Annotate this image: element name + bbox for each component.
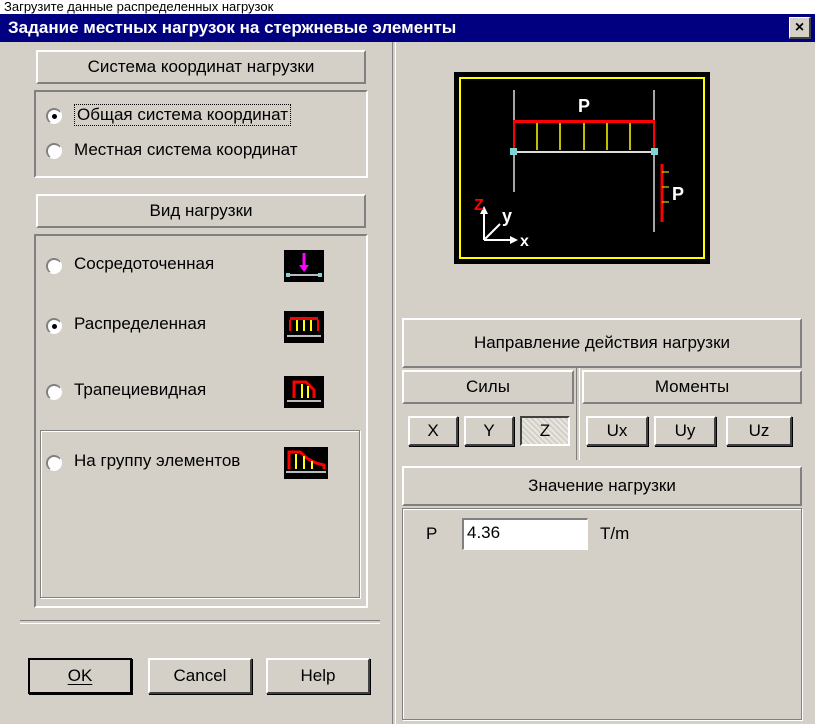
moment-uz-button[interactable]: Uz: [726, 416, 792, 446]
forces-moments-separator: [576, 368, 580, 460]
radio-trapezoidal[interactable]: [46, 384, 62, 400]
value-param-label: P: [426, 524, 438, 543]
moment-uy-button[interactable]: Uy: [654, 416, 716, 446]
force-z-button[interactable]: Z: [520, 416, 570, 446]
distributed-load-icon: [284, 311, 324, 343]
background-text-strip: Загрузите данные распределенных нагрузок: [0, 0, 815, 14]
value-unit-label: T/m: [600, 524, 630, 543]
coord-system-header: Система координат нагрузки: [36, 50, 366, 84]
diagram-label-top: P: [578, 96, 590, 116]
load-value-input[interactable]: 4.36: [462, 518, 588, 550]
radio-local-coords-label[interactable]: Местная система координат: [74, 140, 298, 160]
radio-global-coords[interactable]: [46, 108, 62, 124]
load-diagram-preview: P P Z y x: [454, 72, 710, 264]
pane-divider: [392, 42, 396, 724]
axis-x-label: x: [520, 233, 529, 250]
radio-distributed-label[interactable]: Распределенная: [74, 314, 206, 334]
help-button-label: Help: [300, 666, 336, 685]
diagram-label-side: P: [672, 184, 684, 204]
radio-concentrated[interactable]: [46, 258, 62, 274]
group-load-icon: [284, 447, 328, 479]
force-x-button[interactable]: X: [408, 416, 458, 446]
radio-group-elements-label[interactable]: На группу элементов: [74, 451, 240, 471]
buttons-separator: [20, 620, 380, 624]
trapezoidal-load-icon: [284, 376, 324, 408]
radio-global-coords-label[interactable]: Общая система координат: [74, 104, 292, 126]
cancel-button-label: Cancel: [173, 666, 227, 685]
forces-header: Силы: [402, 370, 574, 404]
ok-button[interactable]: OK: [28, 658, 132, 694]
load-type-header: Вид нагрузки: [36, 194, 366, 228]
radio-concentrated-label[interactable]: Сосредоточенная: [74, 254, 214, 274]
moments-header: Моменты: [582, 370, 802, 404]
radio-group-elements[interactable]: [46, 455, 62, 471]
moment-ux-button[interactable]: Ux: [586, 416, 648, 446]
window-title: Задание местных нагрузок на стержневые э…: [8, 18, 457, 37]
force-y-button[interactable]: Y: [464, 416, 514, 446]
value-header: Значение нагрузки: [402, 466, 802, 506]
close-button[interactable]: ×: [789, 17, 811, 39]
axis-y-label: y: [502, 206, 512, 226]
help-button[interactable]: Help: [266, 658, 370, 694]
cancel-button[interactable]: Cancel: [148, 658, 252, 694]
concentrated-load-icon: [284, 250, 324, 282]
radio-distributed[interactable]: [46, 318, 62, 334]
ok-button-label: OK: [67, 666, 93, 685]
axis-z-label: Z: [474, 197, 484, 214]
window-title-bar[interactable]: Задание местных нагрузок на стержневые э…: [0, 14, 815, 42]
radio-trapezoidal-label[interactable]: Трапециевидная: [74, 380, 206, 400]
radio-local-coords[interactable]: [46, 143, 62, 159]
direction-header: Направление действия нагрузки: [402, 318, 802, 368]
